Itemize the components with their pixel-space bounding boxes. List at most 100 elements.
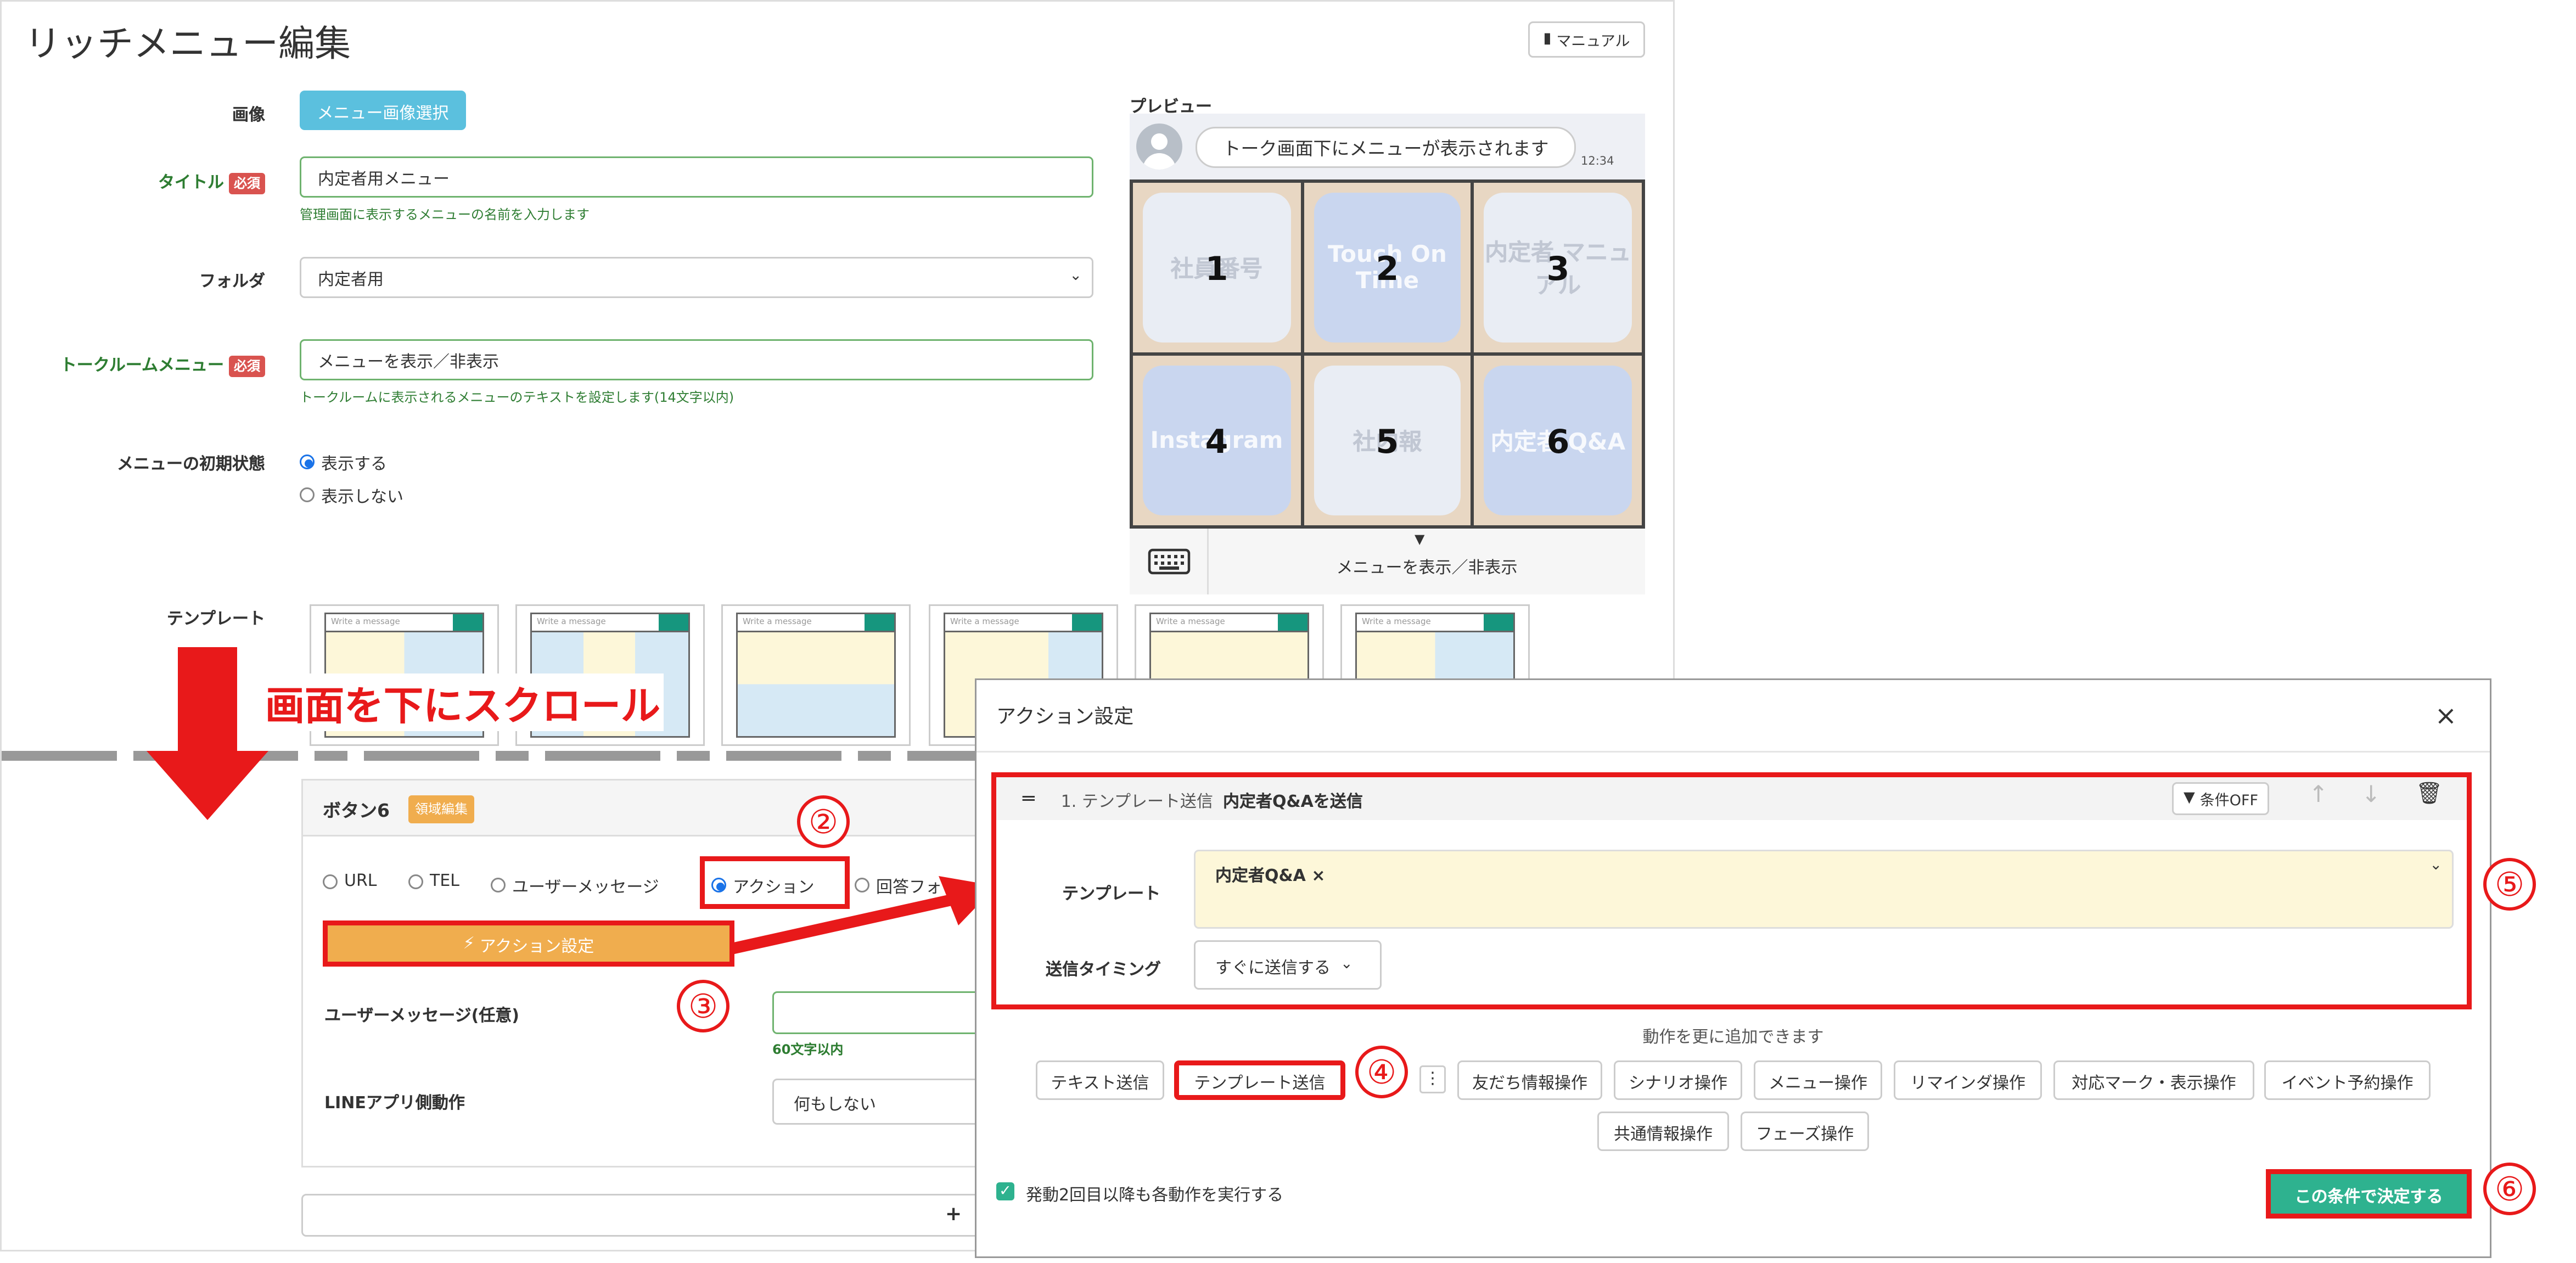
template-accent [659, 614, 688, 631]
action-item-header: ═ 1. テンプレート送信 内定者Q&Aを送信 ▼ 条件OFF ↑ ↓ 🗑 [996, 777, 2467, 820]
template-write-text: Write a message [331, 618, 400, 627]
action-item: ═ 1. テンプレート送信 内定者Q&Aを送信 ▼ 条件OFF ↑ ↓ 🗑 テンプ… [991, 772, 2472, 1009]
add-friend-info[interactable]: 友だち情報操作 [1457, 1060, 1602, 1100]
type-tel[interactable]: TEL [408, 873, 459, 891]
folder-label: フォルダ [199, 273, 265, 291]
step-4-marker: ④ [1355, 1046, 1408, 1098]
add-action-note: 動作を更に追加できます [1642, 1029, 1824, 1047]
template-accent [1072, 614, 1102, 631]
keyboard-icon[interactable] [1130, 529, 1209, 594]
template-label: テンプレート [1062, 886, 1161, 904]
action-number: 1. テンプレート送信 [1060, 793, 1213, 811]
template-write-text: Write a message [950, 618, 1019, 627]
template-write-text: Write a message [537, 618, 606, 627]
chat-bubble: トーク画面下にメニューが表示されます [1196, 127, 1576, 168]
more-options-icon[interactable]: ⋮ [1419, 1065, 1446, 1093]
area-edit-button[interactable]: 領域編集 [408, 795, 474, 823]
template-tag[interactable]: 内定者Q&A × [1215, 868, 1325, 886]
template-layout [736, 632, 896, 738]
template-accent [1484, 614, 1513, 631]
close-icon[interactable]: × [2435, 700, 2457, 731]
book-icon: ▮ [1543, 31, 1552, 48]
radio-show-label: 表示する [321, 456, 387, 474]
plus-icon: + [945, 1202, 962, 1225]
step-3-marker: ③ [677, 980, 729, 1032]
menu-cell-6[interactable]: 内定者 Q&A 6 [1472, 354, 1643, 527]
initial-state-label: メニューの初期状態 [117, 456, 265, 474]
user-message-help: 60文字以内 [772, 1042, 844, 1057]
type-user-message-label: ユーザーメッセージ [512, 879, 659, 897]
condition-off-button[interactable]: ▼ 条件OFF [2172, 782, 2270, 815]
radio-show[interactable]: 表示する [300, 450, 387, 474]
page-title: リッチメニュー編集 [25, 25, 351, 66]
talkroom-input[interactable]: メニューを表示／非表示 [300, 339, 1093, 380]
talkroom-label-text: トークルームメニュー [60, 357, 224, 375]
menu-grid: 社員番号 1 Touch On Time 2 内定者 マニュアル 3 Instagra… [1130, 179, 1645, 529]
image-label: 画像 [232, 107, 265, 125]
scroll-down-arrow-icon [147, 751, 268, 820]
step-5-marker: ⑤ [2483, 858, 2536, 911]
template-write-text: Write a message [1362, 618, 1431, 627]
add-button-row[interactable]: + [301, 1194, 993, 1237]
select-image-button[interactable]: メニュー画像選択 [300, 91, 466, 130]
menu-cell-2[interactable]: Touch On Time 2 [1301, 181, 1473, 354]
timing-select[interactable]: すぐに送信する ⌄ [1194, 940, 1382, 990]
user-message-label: ユーザーメッセージ(任意) [324, 1008, 520, 1026]
person-body-icon [1143, 153, 1176, 170]
add-scenario[interactable]: シナリオ操作 [1614, 1060, 1742, 1100]
menu-toggle-bar[interactable]: ▼ メニューを表示／非表示 [1209, 529, 1645, 594]
add-text-send[interactable]: テキスト送信 [1036, 1060, 1164, 1100]
user-message-input[interactable] [772, 991, 986, 1034]
menu-bar-label: メニューを表示／非表示 [1336, 560, 1518, 578]
drag-handle-icon[interactable]: ═ [1023, 787, 1035, 810]
type-user-message[interactable]: ユーザーメッセージ [491, 873, 659, 897]
filter-icon: ▼ [2184, 790, 2195, 807]
action-settings-button[interactable]: ⚡ アクション設定 [323, 920, 734, 967]
add-reminder[interactable]: リマインダ操作 [1894, 1060, 2042, 1100]
template-option[interactable]: Write a message [721, 604, 911, 746]
action-settings-label: アクション設定 [479, 938, 594, 956]
add-phase[interactable]: フェーズ操作 [1741, 1112, 1869, 1151]
radio-hide[interactable]: 表示しない [300, 482, 403, 507]
button-panel-header: ボタン6 領域編集 [303, 781, 991, 837]
arrow-down-icon[interactable]: ↓ [2361, 782, 2381, 809]
arrow-up-icon[interactable]: ↑ [2309, 782, 2328, 809]
chevron-down-icon: ⌄ [1069, 268, 1082, 285]
type-url[interactable]: URL [323, 873, 377, 891]
template-accent [865, 614, 894, 631]
template-bar: Write a message [736, 613, 896, 632]
radio-icon [323, 874, 338, 889]
add-shared-info[interactable]: 共通情報操作 [1597, 1112, 1729, 1151]
talkroom-label: トークルームメニュー 必須 [18, 351, 265, 377]
title-input[interactable]: 内定者用メニュー [300, 156, 1093, 198]
confirm-button[interactable]: この条件で決定する [2266, 1169, 2472, 1219]
menu-cell-1[interactable]: 社員番号 1 [1131, 181, 1302, 354]
manual-button[interactable]: ▮ マニュアル [1528, 21, 1645, 58]
menu-cell-3[interactable]: 内定者 マニュアル 3 [1472, 181, 1643, 354]
repeat-label: 発動2回目以降も各動作を実行する [1026, 1187, 1284, 1205]
template-write-text: Write a message [743, 618, 812, 627]
cell-number: 6 [1546, 420, 1570, 461]
repeat-checkbox[interactable]: ✓ [996, 1182, 1014, 1200]
trash-icon[interactable]: 🗑 [2416, 782, 2443, 807]
add-template-send[interactable]: テンプレート送信 [1174, 1060, 1345, 1100]
person-icon [1151, 133, 1168, 150]
cell-number: 1 [1205, 248, 1228, 288]
modal-header: アクション設定 × [976, 680, 2490, 753]
talkroom-help: トークルームに表示されるメニューのテキストを設定します(14文字以内) [300, 390, 734, 405]
add-event[interactable]: イベント予約操作 [2264, 1060, 2431, 1100]
cell-number: 3 [1546, 248, 1570, 288]
template-select[interactable]: 内定者Q&A × ⌄ [1194, 850, 2454, 929]
add-mark[interactable]: 対応マーク・表示操作 [2053, 1060, 2254, 1100]
chevron-down-icon: ⌄ [1340, 957, 1353, 973]
template-label: テンプレート [166, 611, 265, 629]
template-write-text: Write a message [1156, 618, 1225, 627]
step-2-marker: ② [797, 795, 850, 848]
title-label: タイトル 必須 [100, 168, 265, 194]
menu-cell-5[interactable]: 社内報 5 [1301, 354, 1473, 527]
menu-cell-4[interactable]: Instagram 4 [1131, 354, 1302, 527]
add-menu[interactable]: メニュー操作 [1754, 1060, 1882, 1100]
cell-number: 4 [1205, 420, 1228, 461]
line-action-select[interactable]: 何もしない [772, 1079, 986, 1125]
folder-select[interactable]: 内定者用 ⌄ [300, 257, 1093, 298]
